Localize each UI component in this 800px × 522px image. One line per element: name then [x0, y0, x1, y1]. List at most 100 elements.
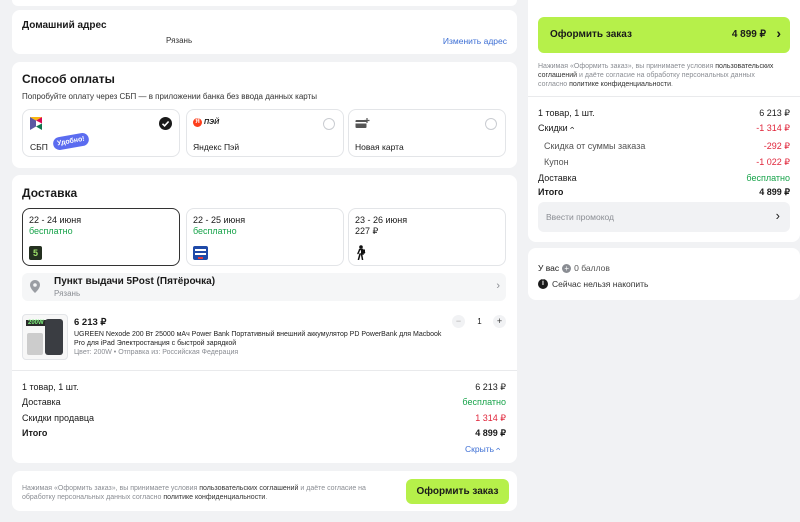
delivery-option-2-price: бесплатно — [193, 226, 237, 236]
delivery-option-1[interactable]: 22 - 24 июня бесплатно 5 — [22, 208, 180, 266]
order-delivery-label: Доставка — [22, 397, 61, 407]
pickup-title: Пункт выдачи 5Post (Пятёрочка) — [54, 276, 216, 287]
summary-delivery-label: Доставка — [538, 173, 577, 183]
sbp-badge: Удобно! — [52, 131, 90, 152]
payment-option-new-card[interactable]: Новая карта — [348, 109, 506, 157]
payment-option-sbp[interactable]: Удобно! СБП — [22, 109, 180, 157]
yandex-pay-logo-text: ПЭЙ — [204, 119, 220, 126]
payment-option-yandex-pay[interactable]: Я ПЭЙ Яндекс Пэй — [186, 109, 344, 157]
sidebar-consent-prefix: Нажимая «Оформить заказ», вы принимаете … — [538, 63, 714, 70]
delivery-option-1-dates: 22 - 24 июня — [29, 215, 82, 225]
chevron-up-icon: › — [492, 447, 503, 451]
summary-total-row: Итого 4 899 ₽ — [538, 187, 790, 198]
footer-terms-link[interactable]: пользовательских соглашений — [199, 485, 298, 492]
sbp-label: СБП — [30, 142, 48, 152]
plus-circle-icon: + — [562, 263, 572, 273]
sbp-logo-icon — [30, 117, 42, 130]
summary-coupon-label: Купон — [544, 157, 569, 167]
order-delivery-value: бесплатно — [462, 397, 506, 407]
collapse-link-label: Скрыть — [465, 444, 495, 454]
summary-items-value: 6 213 ₽ — [759, 108, 790, 118]
quantity-stepper: − 1 + — [452, 315, 507, 329]
chevron-right-icon: › — [496, 280, 500, 292]
pickup-city: Рязань — [54, 289, 81, 298]
new-card-radio[interactable] — [485, 118, 497, 130]
delivery-option-2[interactable]: 22 - 25 июня бесплатно — [186, 208, 344, 266]
sbp-selected-check-icon — [159, 117, 172, 130]
product-price: 6 213 ₽ — [74, 317, 107, 328]
collapse-link[interactable]: Скрыть › — [465, 444, 503, 454]
summary-items-row: 1 товар, 1 шт. 6 213 ₽ — [538, 108, 790, 119]
info-icon[interactable]: i — [538, 279, 548, 289]
top-card-stub — [12, 0, 517, 6]
summary-total-label: Итого — [538, 187, 564, 197]
address-card: Домашний адрес Рязань Изменить адрес — [12, 10, 517, 54]
points-card — [528, 248, 800, 300]
yandex-pay-logo-icon: Я ПЭЙ — [193, 118, 219, 127]
summary-delivery-value: бесплатно — [746, 173, 790, 183]
product-meta: Цвет: 200W • Отправка из: Российская Фед… — [74, 349, 239, 356]
delivery-option-3-price: 227 ₽ — [355, 226, 379, 236]
map-pin-icon — [30, 280, 40, 293]
yandex-pay-radio[interactable] — [323, 118, 335, 130]
order-total-label: Итого — [22, 428, 48, 438]
change-address-link[interactable]: Изменить адрес — [443, 36, 507, 46]
promo-code-placeholder: Ввести промокод — [546, 212, 615, 222]
product-name[interactable]: UGREEN Nexode 200 Вт 25000 мАч Power Ban… — [74, 330, 444, 348]
quantity-minus-button[interactable]: − — [452, 315, 465, 328]
summary-total-value: 4 899 ₽ — [759, 187, 790, 197]
summary-coupon-row: Купон -1 022 ₽ — [544, 157, 790, 168]
order-discount-value: 1 314 ₽ — [475, 413, 506, 423]
yandex-pay-label: Яндекс Пэй — [193, 142, 240, 152]
pochta-rossii-logo-icon — [193, 246, 208, 260]
payment-title: Способ оплаты — [22, 72, 115, 86]
quantity-value[interactable]: 1 — [473, 317, 486, 326]
card-plus-icon — [355, 118, 370, 128]
sidebar-privacy-link[interactable]: политике конфиденциальности — [569, 81, 671, 88]
order-items-label: 1 товар, 1 шт. — [22, 382, 79, 392]
footer-consent-text: Нажимая «Оформить заказ», вы принимаете … — [22, 485, 366, 501]
summary-items-label: 1 товар, 1 шт. — [538, 108, 595, 118]
summary-divider — [528, 96, 800, 97]
summary-sum-discount-label: Скидка от суммы заказа — [544, 141, 646, 151]
points-row: У вас + 0 баллов — [538, 263, 610, 273]
delivery-option-3[interactable]: 23 - 26 июня 227 ₽ — [348, 208, 506, 266]
summary-sum-discount-value: -292 ₽ — [763, 141, 790, 151]
new-card-label: Новая карта — [355, 142, 404, 152]
payment-hint: Попробуйте оплату через СБП — в приложен… — [22, 92, 317, 101]
order-discount-label: Скидки продавца — [22, 413, 95, 423]
order-total-value: 4 899 ₽ — [475, 428, 506, 438]
summary-discounts-value: -1 314 ₽ — [756, 123, 790, 133]
points-prefix: У вас — [538, 263, 560, 273]
points-note-row: i Сейчас нельзя накопить — [538, 279, 648, 289]
checkout-button-label: Оформить заказ — [550, 29, 632, 40]
footer-checkout-button[interactable]: Оформить заказ — [406, 479, 509, 504]
checkout-button[interactable]: Оформить заказ 4 899 ₽ › — [538, 17, 790, 53]
summary-discounts-row[interactable]: Скидки › -1 314 ₽ — [538, 123, 790, 134]
order-discount-row: Скидки продавца 1 314 ₽ — [22, 413, 506, 424]
chevron-right-icon: › — [776, 25, 781, 41]
quantity-plus-button[interactable]: + — [493, 315, 506, 328]
summary-delivery-row: Доставка бесплатно — [538, 173, 790, 183]
summary-coupon-value: -1 022 ₽ — [756, 157, 790, 167]
address-title: Домашний адрес — [22, 20, 107, 31]
delivery-option-3-dates: 23 - 26 июня — [355, 215, 408, 225]
order-total-row: Итого 4 899 ₽ — [22, 428, 506, 439]
sidebar-consent-text: Нажимая «Оформить заказ», вы принимаете … — [538, 63, 774, 88]
product-image: 200W — [22, 314, 68, 360]
product-image-label: 200W — [26, 320, 46, 326]
pickup-point-row[interactable]: Пункт выдачи 5Post (Пятёрочка) Рязань › — [22, 273, 506, 301]
points-value: 0 баллов — [574, 263, 610, 273]
promo-code-input[interactable]: Ввести промокод › — [538, 202, 790, 232]
courier-walking-icon — [357, 245, 366, 260]
summary-sum-discount-row: Скидка от суммы заказа -292 ₽ — [544, 141, 790, 152]
footer-privacy-link[interactable]: политике конфиденциальности — [163, 494, 265, 501]
summary-discounts-label: Скидки — [538, 123, 568, 133]
delivery-option-2-dates: 22 - 25 июня — [193, 215, 246, 225]
address-city: Рязань — [166, 36, 193, 45]
delivery-option-1-price: бесплатно — [29, 226, 73, 236]
chevron-right-icon: › — [775, 208, 780, 223]
5post-logo-icon: 5 — [29, 246, 42, 260]
order-items-value: 6 213 ₽ — [475, 382, 506, 392]
divider — [12, 370, 517, 371]
